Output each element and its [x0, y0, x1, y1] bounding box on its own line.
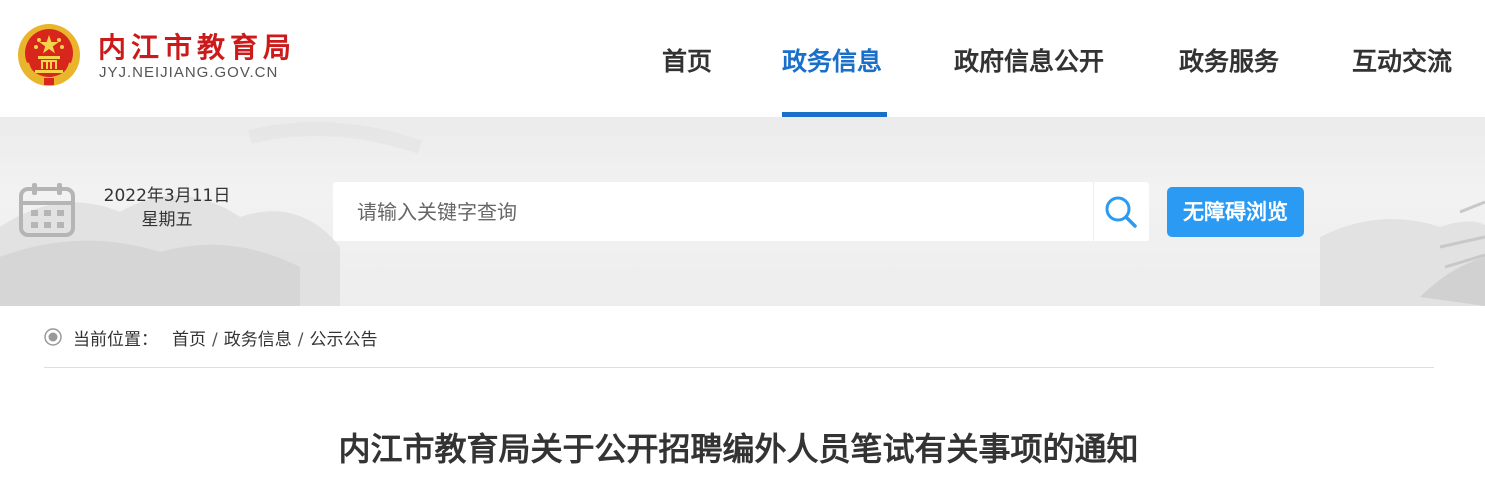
article-title: 内江市教育局关于公开招聘编外人员笔试有关事项的通知 — [338, 430, 1139, 468]
search-input[interactable] — [333, 182, 1093, 241]
nav-item-interaction[interactable]: 互动交流 — [1352, 42, 1452, 78]
breadcrumb-label: 当前位置： — [73, 330, 158, 350]
national-emblem-logo[interactable] — [17, 23, 81, 87]
nav-item-government-info-disclosure[interactable]: 政府信息公开 — [954, 42, 1104, 78]
breadcrumb-item-government-affairs-info[interactable]: 政务信息 — [224, 325, 292, 350]
date-label: 2022年3月11日 — [103, 186, 231, 206]
accessible-browsing-button[interactable]: 无障碍浏览 — [1167, 187, 1304, 237]
site-title: 内江市教育局 — [98, 31, 297, 64]
breadcrumb: 当前位置： 首页 / 政务信息 / 公示公告 — [73, 325, 377, 350]
search-banner: 2022年3月11日 星期五 无障碍浏览 — [0, 117, 1485, 306]
search-divider — [1093, 182, 1094, 241]
breadcrumb-divider — [44, 367, 1434, 368]
site-domain: JYJ.NEIJIANG.GOV.CN — [99, 64, 279, 81]
radio-dot-icon — [44, 328, 62, 346]
site-header: 内江市教育局 JYJ.NEIJIANG.GOV.CN 首页 政务信息 政府信息公… — [0, 0, 1485, 117]
nav-item-home[interactable]: 首页 — [662, 42, 712, 78]
nav-item-government-affairs-info[interactable]: 政务信息 — [782, 42, 882, 78]
current-date: 2022年3月11日 星期五 — [97, 184, 237, 232]
breadcrumb-item-announcements[interactable]: 公示公告 — [309, 325, 377, 350]
search-icon[interactable] — [1103, 194, 1139, 230]
search-box — [333, 182, 1149, 241]
calendar-icon — [19, 183, 75, 237]
weekday-label: 星期五 — [141, 210, 193, 230]
breadcrumb-separator: / — [297, 330, 304, 350]
article-panel: 当前位置： 首页 / 政务信息 / 公示公告 内江市教育局关于公开招聘编外人员笔试有关事项… — [18, 306, 1459, 482]
breadcrumb-separator: / — [212, 330, 218, 350]
nav-item-government-services[interactable]: 政务服务 — [1179, 42, 1279, 78]
breadcrumb-item-home[interactable]: 首页 — [172, 325, 206, 350]
